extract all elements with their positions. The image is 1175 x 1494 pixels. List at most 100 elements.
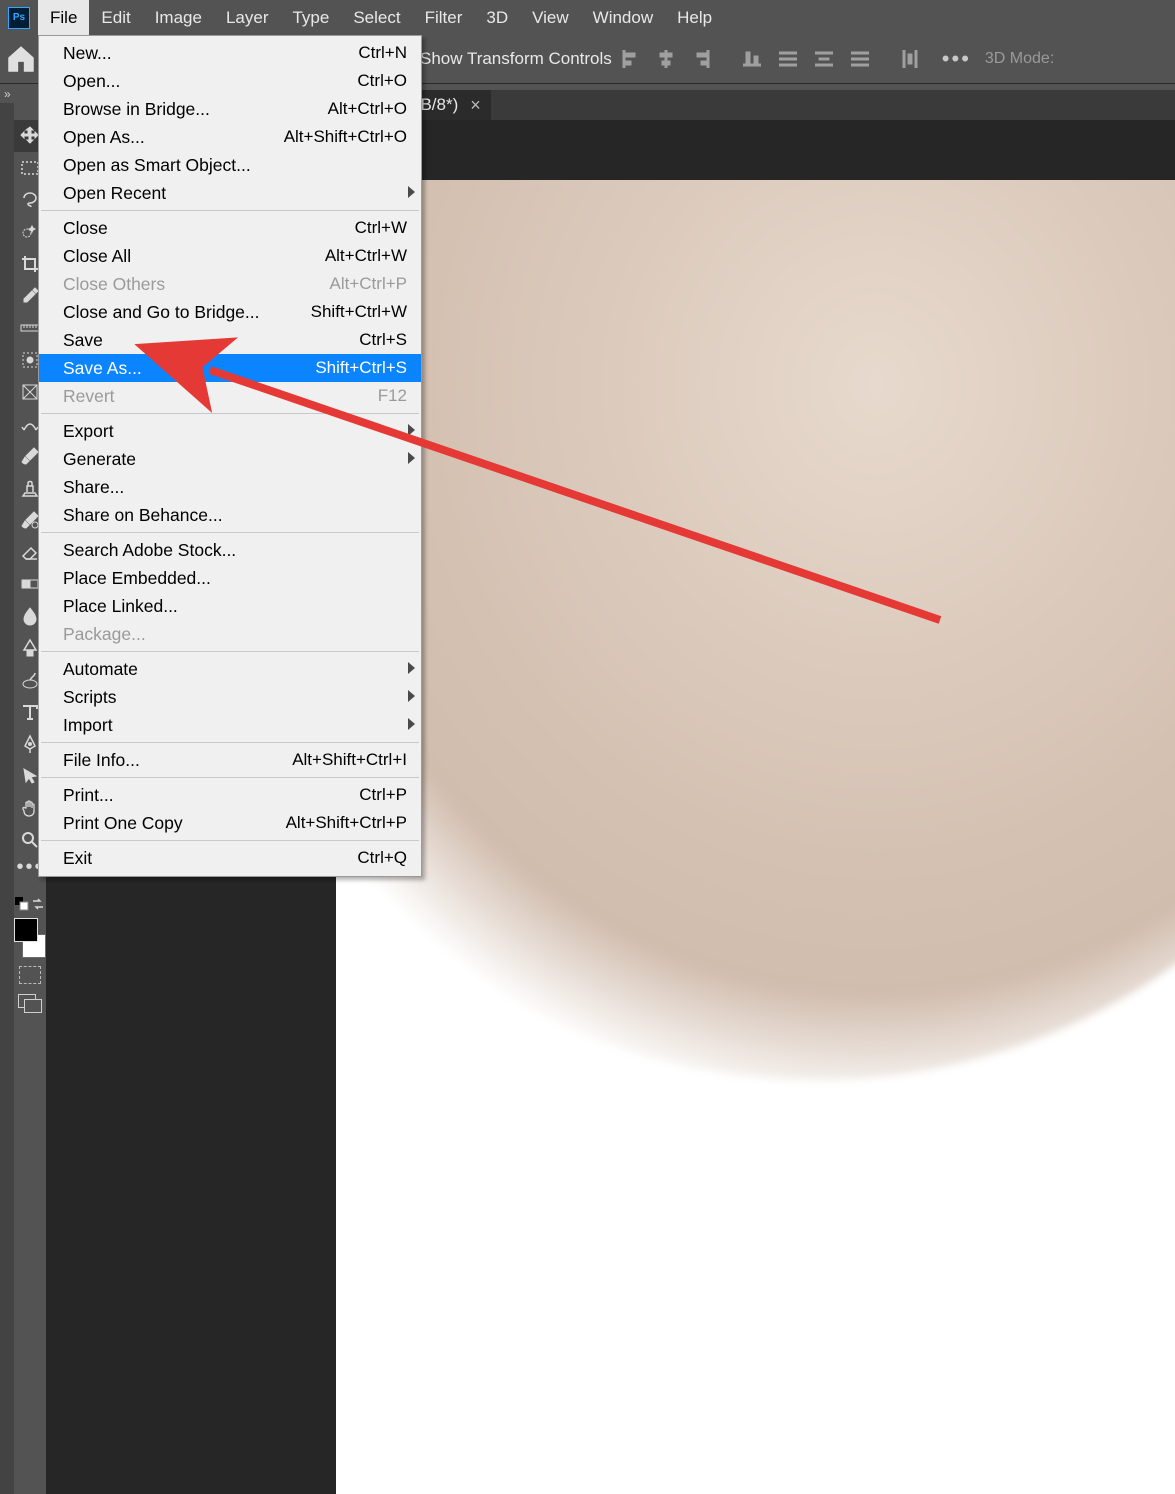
photoshop-logo: Ps [0,0,38,35]
distribute-top-edges-icon[interactable] [778,49,798,69]
menu-entry-print-one-copy[interactable]: Print One CopyAlt+Shift+Ctrl+P [39,809,421,837]
menu-entry-shortcut: Alt+Ctrl+W [325,246,407,266]
document-canvas[interactable] [336,180,1175,1494]
menu-entry-label: Open as Smart Object... [63,155,407,176]
menu-entry-label: Place Embedded... [63,568,407,589]
menu-entry-close[interactable]: CloseCtrl+W [39,214,421,242]
menu-entry-exit[interactable]: ExitCtrl+Q [39,844,421,872]
menu-entry-close-others: Close OthersAlt+Ctrl+P [39,270,421,298]
menu-entry-export[interactable]: Export [39,417,421,445]
menu-item-3d[interactable]: 3D [474,0,520,35]
menu-entry-shortcut: Ctrl+N [358,43,407,63]
menu-entry-search-adobe-stock[interactable]: Search Adobe Stock... [39,536,421,564]
file-menu-dropdown: New...Ctrl+NOpen...Ctrl+OBrowse in Bridg… [38,35,422,877]
swap-colors-icon[interactable] [30,894,46,914]
menu-entry-label: Open Recent [63,183,407,204]
menu-entry-close-all[interactable]: Close AllAlt+Ctrl+W [39,242,421,270]
menu-separator [41,210,419,211]
menu-separator [41,777,419,778]
menu-entry-browse-in-bridge[interactable]: Browse in Bridge...Alt+Ctrl+O [39,95,421,123]
align-horizontal-centers-icon[interactable] [656,49,676,69]
distribute-bottom-edges-icon[interactable] [850,49,870,69]
close-tab-icon[interactable]: × [470,95,481,116]
menu-entry-label: Generate [63,449,407,470]
menu-item-filter[interactable]: Filter [413,0,475,35]
expand-panel-chevron-icon[interactable]: » [0,87,20,103]
menu-entry-open[interactable]: Open...Ctrl+O [39,67,421,95]
menu-entry-open-as[interactable]: Open As...Alt+Shift+Ctrl+O [39,123,421,151]
home-icon[interactable] [4,42,38,76]
menu-entry-save-as[interactable]: Save As...Shift+Ctrl+S [39,354,421,382]
submenu-arrow-icon [408,718,415,730]
menu-entry-shortcut: Shift+Ctrl+S [315,358,407,378]
menu-entry-automate[interactable]: Automate [39,655,421,683]
menu-entry-import[interactable]: Import [39,711,421,739]
menu-entry-shortcut: Ctrl+P [359,785,407,805]
menu-entry-label: New... [63,43,358,64]
menu-entry-shortcut: F12 [378,386,407,406]
align-left-edges-icon[interactable] [620,49,640,69]
menu-entry-label: Scripts [63,687,407,708]
menu-entry-open-as-smart-object[interactable]: Open as Smart Object... [39,151,421,179]
distribute-horizontal-icon[interactable] [900,49,920,69]
photoshop-logo-text: Ps [8,7,30,29]
menu-entry-label: Save [63,330,359,351]
menu-entry-place-embedded[interactable]: Place Embedded... [39,564,421,592]
menu-separator [41,532,419,533]
menu-entry-close-and-go-to-bridge[interactable]: Close and Go to Bridge...Shift+Ctrl+W [39,298,421,326]
submenu-arrow-icon [408,452,415,464]
menu-entry-label: Place Linked... [63,596,407,617]
foreground-color-swatch[interactable] [14,918,38,942]
color-swatches [14,918,46,958]
menu-separator [41,840,419,841]
menu-entry-shortcut: Alt+Ctrl+O [328,99,407,119]
menu-entry-label: Print... [63,785,359,806]
more-options-icon[interactable]: ••• [942,46,971,72]
menu-entry-save[interactable]: SaveCtrl+S [39,326,421,354]
image-content [336,180,1175,1080]
menu-item-image[interactable]: Image [143,0,214,35]
distribute-vertical-centers-icon[interactable] [814,49,834,69]
menu-entry-scripts[interactable]: Scripts [39,683,421,711]
menu-entry-print[interactable]: Print...Ctrl+P [39,781,421,809]
menu-entry-label: Share... [63,477,407,498]
menu-entry-shortcut: Ctrl+Q [357,848,407,868]
menu-item-layer[interactable]: Layer [214,0,281,35]
menu-entry-label: Open... [63,71,357,92]
menu-entry-revert: RevertF12 [39,382,421,410]
menu-item-edit[interactable]: Edit [89,0,142,35]
quick-mask-icon[interactable] [19,966,41,984]
menu-entry-shortcut: Alt+Ctrl+P [330,274,407,294]
menu-item-view[interactable]: View [520,0,581,35]
menu-entry-file-info[interactable]: File Info...Alt+Shift+Ctrl+I [39,746,421,774]
menu-entry-label: Browse in Bridge... [63,99,328,120]
menu-item-help[interactable]: Help [665,0,724,35]
align-right-edges-icon[interactable] [692,49,712,69]
menu-item-window[interactable]: Window [581,0,665,35]
menu-entry-new[interactable]: New...Ctrl+N [39,39,421,67]
menu-separator [41,742,419,743]
menu-separator [41,651,419,652]
menu-entry-shortcut: Ctrl+W [355,218,407,238]
screen-mode-icon[interactable] [18,994,42,1012]
menu-item-type[interactable]: Type [280,0,341,35]
align-bottom-edges-icon[interactable] [742,49,762,69]
menu-entry-label: Automate [63,659,407,680]
menu-entry-label: File Info... [63,750,292,771]
menu-entry-shortcut: Alt+Shift+Ctrl+I [292,750,407,770]
menu-entry-place-linked[interactable]: Place Linked... [39,592,421,620]
menu-entry-label: Share on Behance... [63,505,407,526]
menu-entry-label: Save As... [63,358,315,379]
default-colors-icon[interactable] [14,894,30,914]
menu-entry-open-recent[interactable]: Open Recent [39,179,421,207]
menu-entry-generate[interactable]: Generate [39,445,421,473]
menu-entry-label: Import [63,715,407,736]
menu-entry-shortcut: Alt+Shift+Ctrl+O [284,127,407,147]
menu-entry-label: Print One Copy [63,813,286,834]
menu-item-select[interactable]: Select [341,0,412,35]
menu-entry-share[interactable]: Share... [39,473,421,501]
menu-entry-share-on-behance[interactable]: Share on Behance... [39,501,421,529]
submenu-arrow-icon [408,186,415,198]
menu-entry-package: Package... [39,620,421,648]
menu-item-file[interactable]: File [38,0,89,35]
